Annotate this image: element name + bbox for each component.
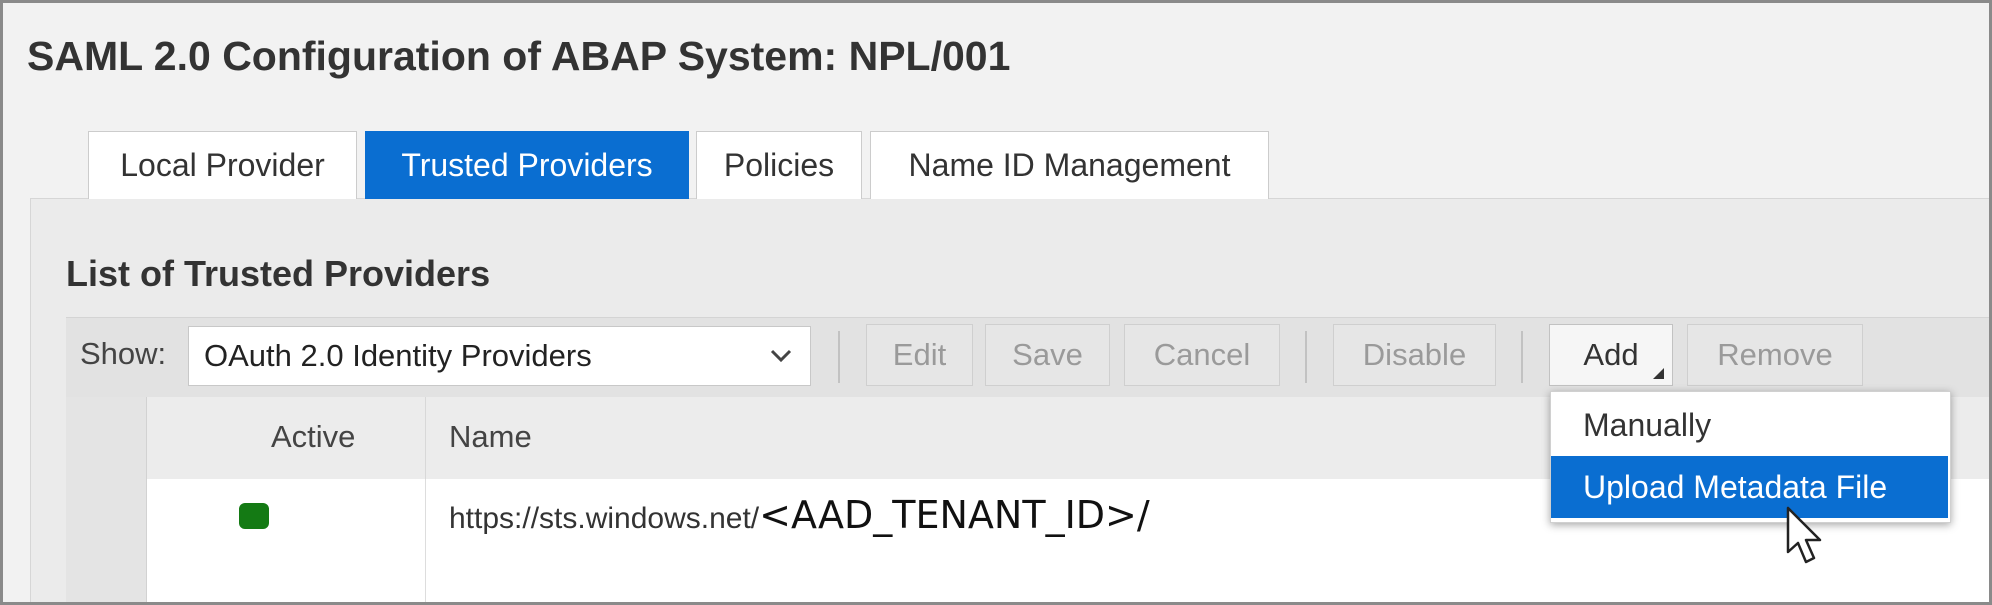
cell-active: [147, 479, 426, 559]
status-active-icon: [239, 503, 269, 529]
row-selector[interactable]: [66, 479, 147, 559]
edit-button[interactable]: Edit: [866, 324, 973, 386]
cell-active-empty: [147, 559, 426, 602]
tab-name-id-management[interactable]: Name ID Management: [870, 131, 1269, 199]
toolbar-separator: [838, 331, 840, 383]
toolbar-separator: [1521, 331, 1523, 383]
toolbar-separator: [1305, 331, 1307, 383]
save-button[interactable]: Save: [985, 324, 1110, 386]
column-header-active-label: Active: [271, 419, 356, 454]
tab-local-provider[interactable]: Local Provider: [88, 131, 357, 199]
menu-item-upload-metadata-file[interactable]: Upload Metadata File: [1551, 456, 1948, 518]
section-title: List of Trusted Providers: [66, 253, 491, 294]
remove-button[interactable]: Remove: [1687, 324, 1863, 386]
window-frame: SAML 2.0 Configuration of ABAP System: N…: [0, 0, 1992, 605]
page-title: SAML 2.0 Configuration of ABAP System: N…: [27, 33, 1011, 79]
provider-url-suffix: <AAD_TENANT_ID>/: [759, 493, 1150, 537]
mouse-pointer-icon: [1786, 506, 1828, 571]
add-button[interactable]: Add: [1549, 324, 1673, 386]
row-selector: [66, 559, 147, 602]
provider-url-prefix: https://sts.windows.net/: [449, 502, 760, 535]
cancel-button[interactable]: Cancel: [1124, 324, 1280, 386]
chevron-down-icon: [768, 327, 794, 404]
show-filter-select[interactable]: OAuth 2.0 Identity Providers: [188, 326, 811, 386]
add-button-label: Add: [1583, 337, 1639, 372]
show-label: Show:: [80, 336, 167, 371]
tab-trusted-providers[interactable]: Trusted Providers: [365, 131, 689, 199]
tab-policies[interactable]: Policies: [696, 131, 862, 199]
column-header-active[interactable]: Active: [147, 397, 426, 479]
row-selector-header[interactable]: [66, 397, 147, 479]
add-dropdown-menu: Manually Upload Metadata File: [1550, 391, 1951, 523]
dropdown-triangle-icon: [1653, 368, 1664, 379]
disable-button[interactable]: Disable: [1333, 324, 1496, 386]
show-filter-value: OAuth 2.0 Identity Providers: [204, 338, 592, 373]
menu-item-manually[interactable]: Manually: [1551, 394, 1948, 456]
column-header-name-label: Name: [449, 419, 532, 454]
table-row-empty: [66, 559, 1989, 602]
